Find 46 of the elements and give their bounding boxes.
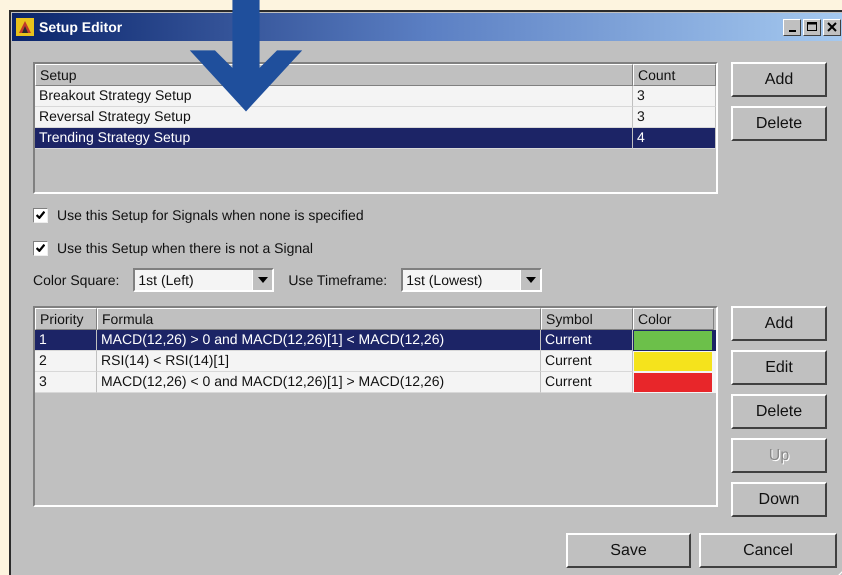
- setup-row[interactable]: Breakout Strategy Setup 3: [35, 86, 716, 107]
- close-button[interactable]: [823, 18, 841, 36]
- dropdown[interactable]: 1st (Lowest): [401, 268, 542, 292]
- button[interactable]: Save: [566, 533, 691, 568]
- checkbox[interactable]: [33, 240, 48, 256]
- minimize-button[interactable]: [783, 18, 801, 36]
- column-header[interactable]: Priority: [35, 308, 97, 330]
- field-label: Color Square:: [33, 272, 120, 288]
- button[interactable]: Delete: [731, 106, 827, 141]
- column-header[interactable]: Count: [633, 64, 716, 86]
- maximize-button[interactable]: [803, 18, 821, 36]
- dropdown-arrow-icon: [526, 277, 536, 283]
- close-icon: [826, 21, 838, 33]
- column-header[interactable]: Symbol: [541, 308, 633, 330]
- checkmark-icon: [36, 211, 45, 219]
- button[interactable]: Add: [731, 306, 827, 341]
- maximize-icon: [806, 21, 818, 33]
- setup-row[interactable]: Reversal Strategy Setup 3: [35, 107, 716, 128]
- checkbox[interactable]: [33, 208, 48, 222]
- setup-list[interactable]: Setup Count Breakout Strategy Setup 3 Reversal Strategy Setup 3 Trending Strategy Setup 4: [33, 62, 718, 194]
- table-cell: Trending Strategy Setup: [35, 128, 633, 149]
- table-cell: MACD(12,26) < 0 and MACD(12,26)[1] > MACD(12,26): [97, 372, 541, 393]
- checkmark-icon: [36, 244, 45, 252]
- setup-row[interactable]: Trending Strategy Setup 4: [35, 128, 716, 149]
- table-cell: 4: [633, 128, 716, 149]
- app-icon: [16, 18, 34, 36]
- window-title: Setup Editor: [39, 19, 124, 35]
- checkbox-label: Use this Setup for Signals when none is specified: [57, 207, 364, 223]
- checkbox-label: Use this Setup when there is not a Signal: [57, 240, 314, 256]
- button[interactable]: Cancel: [699, 533, 837, 568]
- formula-row[interactable]: 1 MACD(12,26) > 0 and MACD(12,26)[1] < MACD(12,26) Current: [35, 330, 716, 351]
- dropdown[interactable]: 1st (Left): [133, 268, 274, 292]
- button[interactable]: Add: [731, 62, 827, 97]
- column-header[interactable]: Formula: [97, 308, 541, 330]
- table-cell: Current: [541, 372, 633, 393]
- button[interactable]: Delete: [731, 394, 827, 429]
- formula-row[interactable]: 2 RSI(14) < RSI(14)[1] Current: [35, 351, 716, 372]
- button[interactable]: Edit: [731, 350, 827, 385]
- dropdown-arrow-icon: [258, 277, 268, 283]
- formula-row[interactable]: 3 MACD(12,26) < 0 and MACD(12,26)[1] > MACD(12,26) Current: [35, 372, 716, 393]
- column-header[interactable]: Color: [633, 308, 714, 330]
- minimize-icon: [788, 30, 796, 32]
- formula-list[interactable]: Priority Formula Symbol Color 1 MACD(12,26) > 0 and MACD(12,26)[1] < MACD(12,26) Current 2 RSI(14) < RSI(14)[1] Current 3 MACD(12,26) < 0 and MACD(12,26)[1] > MACD(12,26) Current: [33, 306, 718, 507]
- table-cell: 3: [35, 372, 97, 393]
- button[interactable]: Down: [731, 482, 827, 517]
- field-label: Use Timeframe:: [288, 272, 388, 288]
